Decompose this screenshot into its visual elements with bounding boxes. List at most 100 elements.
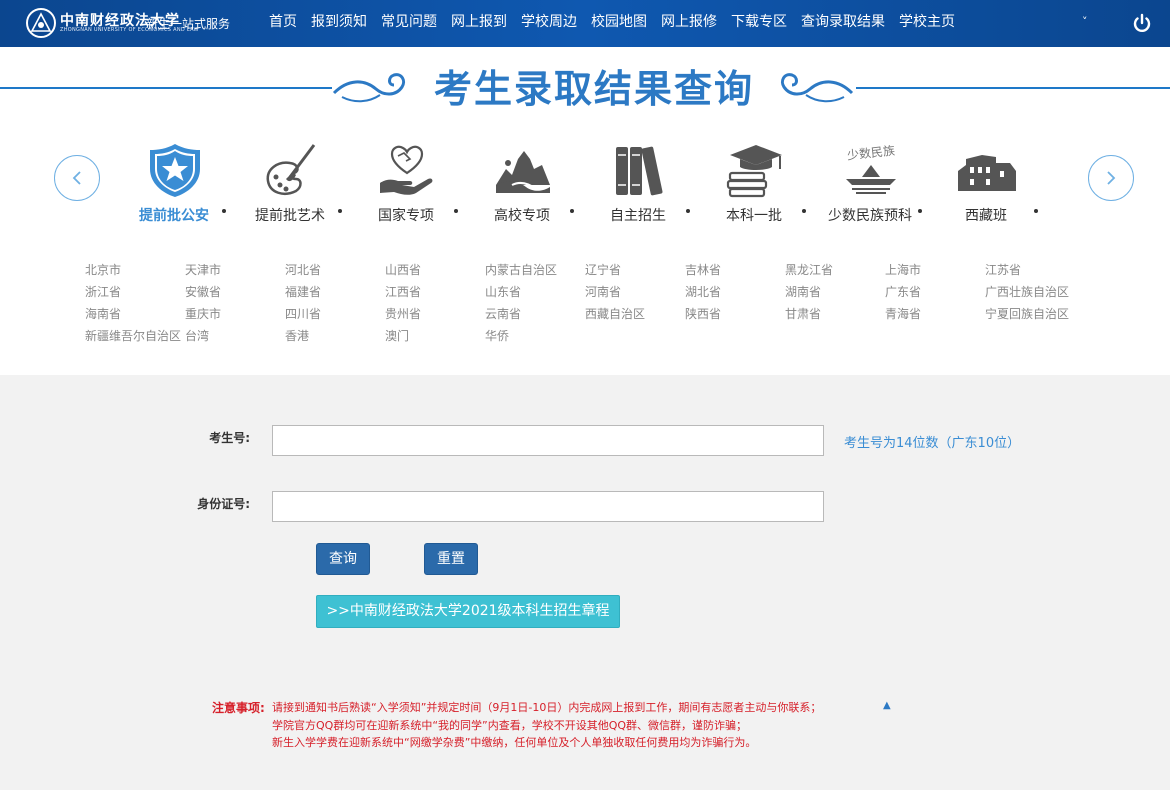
province-link[interactable]: 云南省 <box>485 305 521 322</box>
province-link[interactable]: 河北省 <box>285 261 321 278</box>
category-label: 高校专项 <box>494 208 550 224</box>
title-divider-left <box>0 87 332 89</box>
province-link[interactable]: 江西省 <box>385 283 421 300</box>
main-nav: 首页 报到须知 常见问题 网上报到 学校周边 校园地图 网上报修 下载专区 查询… <box>262 0 962 47</box>
art-palette-icon <box>266 144 316 195</box>
admission-rules-button[interactable]: >>中南财经政法大学2021级本科生招生章程 <box>316 595 620 628</box>
province-link[interactable]: 北京市 <box>85 261 121 278</box>
separator-dot <box>1034 209 1038 213</box>
category-label: 国家专项 <box>378 208 434 224</box>
category-independent-enrollment[interactable]: 自主招生 <box>580 139 696 229</box>
caret-up-icon[interactable]: ▲ <box>883 700 891 711</box>
exam-number-label: 考生号: <box>209 431 250 445</box>
separator-dot <box>454 209 458 213</box>
carousel-next-button[interactable] <box>1088 155 1134 201</box>
province-link[interactable]: 安徽省 <box>185 283 221 300</box>
carousel-prev-button[interactable] <box>54 155 100 201</box>
province-link[interactable]: 陕西省 <box>685 305 721 322</box>
chevron-right-icon <box>1107 171 1116 185</box>
province-link[interactable]: 福建省 <box>285 283 321 300</box>
province-link[interactable]: 四川省 <box>285 305 321 322</box>
province-link[interactable]: 山西省 <box>385 261 421 278</box>
top-navbar: 中南财经政法大学 ZHONGNAN UNIVERSITY OF ECONOMIC… <box>0 0 1170 47</box>
category-panel: 考生录取结果查询 提前批公安 提前批艺术 国家专项 高校专项 自主招生 本科一批… <box>0 47 1170 375</box>
province-link[interactable]: 湖北省 <box>685 283 721 300</box>
category-university-special[interactable]: 高校专项 <box>464 139 580 229</box>
province-link[interactable]: 黑龙江省 <box>785 261 833 278</box>
province-link[interactable]: 河南省 <box>585 283 621 300</box>
nav-school-homepage[interactable]: 学校主页 <box>892 0 962 47</box>
province-link[interactable]: 西藏自治区 <box>585 305 645 322</box>
province-link[interactable]: 贵州省 <box>385 305 421 322</box>
province-link[interactable]: 海南省 <box>85 305 121 322</box>
province-link[interactable]: 山东省 <box>485 283 521 300</box>
category-ethnic-prep[interactable]: 少数民族 少数民族预科 <box>812 139 928 229</box>
separator-dot <box>918 209 922 213</box>
category-art[interactable]: 提前批艺术 <box>232 139 348 229</box>
province-link[interactable]: 台湾 <box>185 327 209 344</box>
category-first-batch[interactable]: 本科一批 <box>696 139 812 229</box>
category-label: 西藏班 <box>965 208 1007 224</box>
nav-campus-map[interactable]: 校园地图 <box>584 0 654 47</box>
police-badge-icon <box>150 144 200 197</box>
separator-dot <box>570 209 574 213</box>
nav-online-registration[interactable]: 网上报到 <box>444 0 514 47</box>
province-link[interactable]: 广东省 <box>885 283 921 300</box>
nav-registration-notice[interactable]: 报到须知 <box>304 0 374 47</box>
landscape-icon <box>496 151 550 193</box>
province-link[interactable]: 宁夏回族自治区 <box>985 305 1069 322</box>
province-link[interactable]: 吉林省 <box>685 261 721 278</box>
notice-line: 学院官方QQ群均可在迎新系统中“我的同学”内查看，学校不开设其他QQ群、微信群，… <box>272 719 748 732</box>
province-link[interactable]: 澳门 <box>385 327 409 344</box>
chevron-down-icon[interactable]: ˅ <box>1082 15 1088 28</box>
notice-line: 新生入学学费在迎新系统中“网缴学杂费”中缴纳，任何单位及个人单独收取任何费用均为… <box>272 736 757 749</box>
notice-line: 请接到通知书后熟读“入学须知”并规定时间（9月1日-10日）内完成网上报到工作，… <box>272 701 822 714</box>
category-label: 提前批公安 <box>139 208 209 224</box>
category-label: 少数民族预科 <box>828 208 912 224</box>
category-police[interactable]: 提前批公安 <box>116 139 232 229</box>
power-icon[interactable] <box>1131 12 1153 34</box>
nav-online-repair[interactable]: 网上报修 <box>654 0 724 47</box>
province-link[interactable]: 广西壮族自治区 <box>985 283 1069 300</box>
province-link[interactable]: 重庆市 <box>185 305 221 322</box>
notice-label: 注意事项: <box>212 701 265 715</box>
exam-number-input[interactable] <box>272 425 824 456</box>
handshake-heart-icon <box>380 145 433 195</box>
nav-faq[interactable]: 常见问题 <box>374 0 444 47</box>
id-number-input[interactable] <box>272 491 824 522</box>
category-label: 自主招生 <box>610 208 666 224</box>
province-link[interactable]: 天津市 <box>185 261 221 278</box>
province-link[interactable]: 辽宁省 <box>585 261 621 278</box>
province-link[interactable]: 香港 <box>285 327 309 344</box>
province-link[interactable]: 江苏省 <box>985 261 1021 278</box>
nav-admission-result[interactable]: 查询录取结果 <box>794 0 892 47</box>
swirl-ornament-right-icon <box>780 73 854 103</box>
title-divider-right <box>856 87 1170 89</box>
nav-downloads[interactable]: 下载专区 <box>724 0 794 47</box>
category-label: 本科一批 <box>726 208 782 224</box>
province-link[interactable]: 华侨 <box>485 327 509 344</box>
separator-dot <box>802 209 806 213</box>
page-title: 考生录取结果查询 <box>433 67 754 111</box>
province-link[interactable]: 湖南省 <box>785 283 821 300</box>
province-link[interactable]: 内蒙古自治区 <box>485 261 557 278</box>
swirl-ornament-left-icon <box>332 73 406 103</box>
reset-button[interactable]: 重置 <box>424 543 478 575</box>
books-icon <box>616 146 663 196</box>
category-label: 提前批艺术 <box>255 208 325 224</box>
category-national-special[interactable]: 国家专项 <box>348 139 464 229</box>
ethnic-icon-text: 少数民族 <box>846 143 895 163</box>
province-link[interactable]: 甘肃省 <box>785 305 821 322</box>
graduation-cap-icon <box>726 145 782 198</box>
ethnic-hat-icon: 少数民族 <box>846 143 896 194</box>
nav-home[interactable]: 首页 <box>262 0 304 47</box>
province-link[interactable]: 新疆维吾尔自治区 <box>85 327 181 344</box>
province-link[interactable]: 青海省 <box>885 305 921 322</box>
university-logo-icon[interactable] <box>26 8 56 38</box>
nav-campus-surroundings[interactable]: 学校周边 <box>514 0 584 47</box>
province-link[interactable]: 上海市 <box>885 261 921 278</box>
province-link[interactable]: 浙江省 <box>85 283 121 300</box>
category-tibet-class[interactable]: 西藏班 <box>928 139 1044 229</box>
query-button[interactable]: 查询 <box>316 543 370 575</box>
chevron-left-icon <box>72 171 81 185</box>
